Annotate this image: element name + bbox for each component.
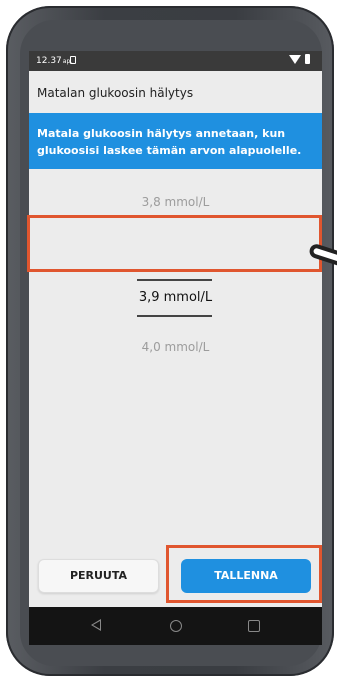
battery-icon	[305, 54, 310, 64]
page-title: Matalan glukoosin hälytys	[37, 86, 194, 100]
picker-divider-bottom	[137, 315, 212, 317]
navigation-bar	[29, 607, 322, 645]
wifi-icon	[289, 55, 301, 64]
home-icon[interactable]	[170, 620, 182, 632]
selected-value-highlight	[27, 215, 322, 272]
info-text: Matala glukoosin hälytys annetaan, kun g…	[37, 127, 302, 157]
info-banner: Matala glukoosin hälytys annetaan, kun g…	[29, 113, 322, 169]
picker-divider-top	[137, 279, 212, 281]
recent-apps-icon[interactable]	[248, 620, 260, 632]
picker-option-selected[interactable]: 3,9 mmol/L	[29, 290, 322, 305]
back-icon[interactable]	[91, 619, 101, 631]
notification-icon	[70, 56, 76, 64]
picker-option-next[interactable]: 4,0 mmol/L	[29, 340, 322, 354]
picker-option-previous[interactable]: 3,8 mmol/L	[29, 195, 322, 209]
cancel-button[interactable]: PERUUTA	[38, 559, 159, 593]
status-time: 12.37ap.	[36, 56, 73, 66]
save-button-highlight	[166, 545, 322, 603]
status-bar: 12.37ap.	[29, 51, 322, 71]
app-bar: Matalan glukoosin hälytys	[29, 71, 322, 113]
